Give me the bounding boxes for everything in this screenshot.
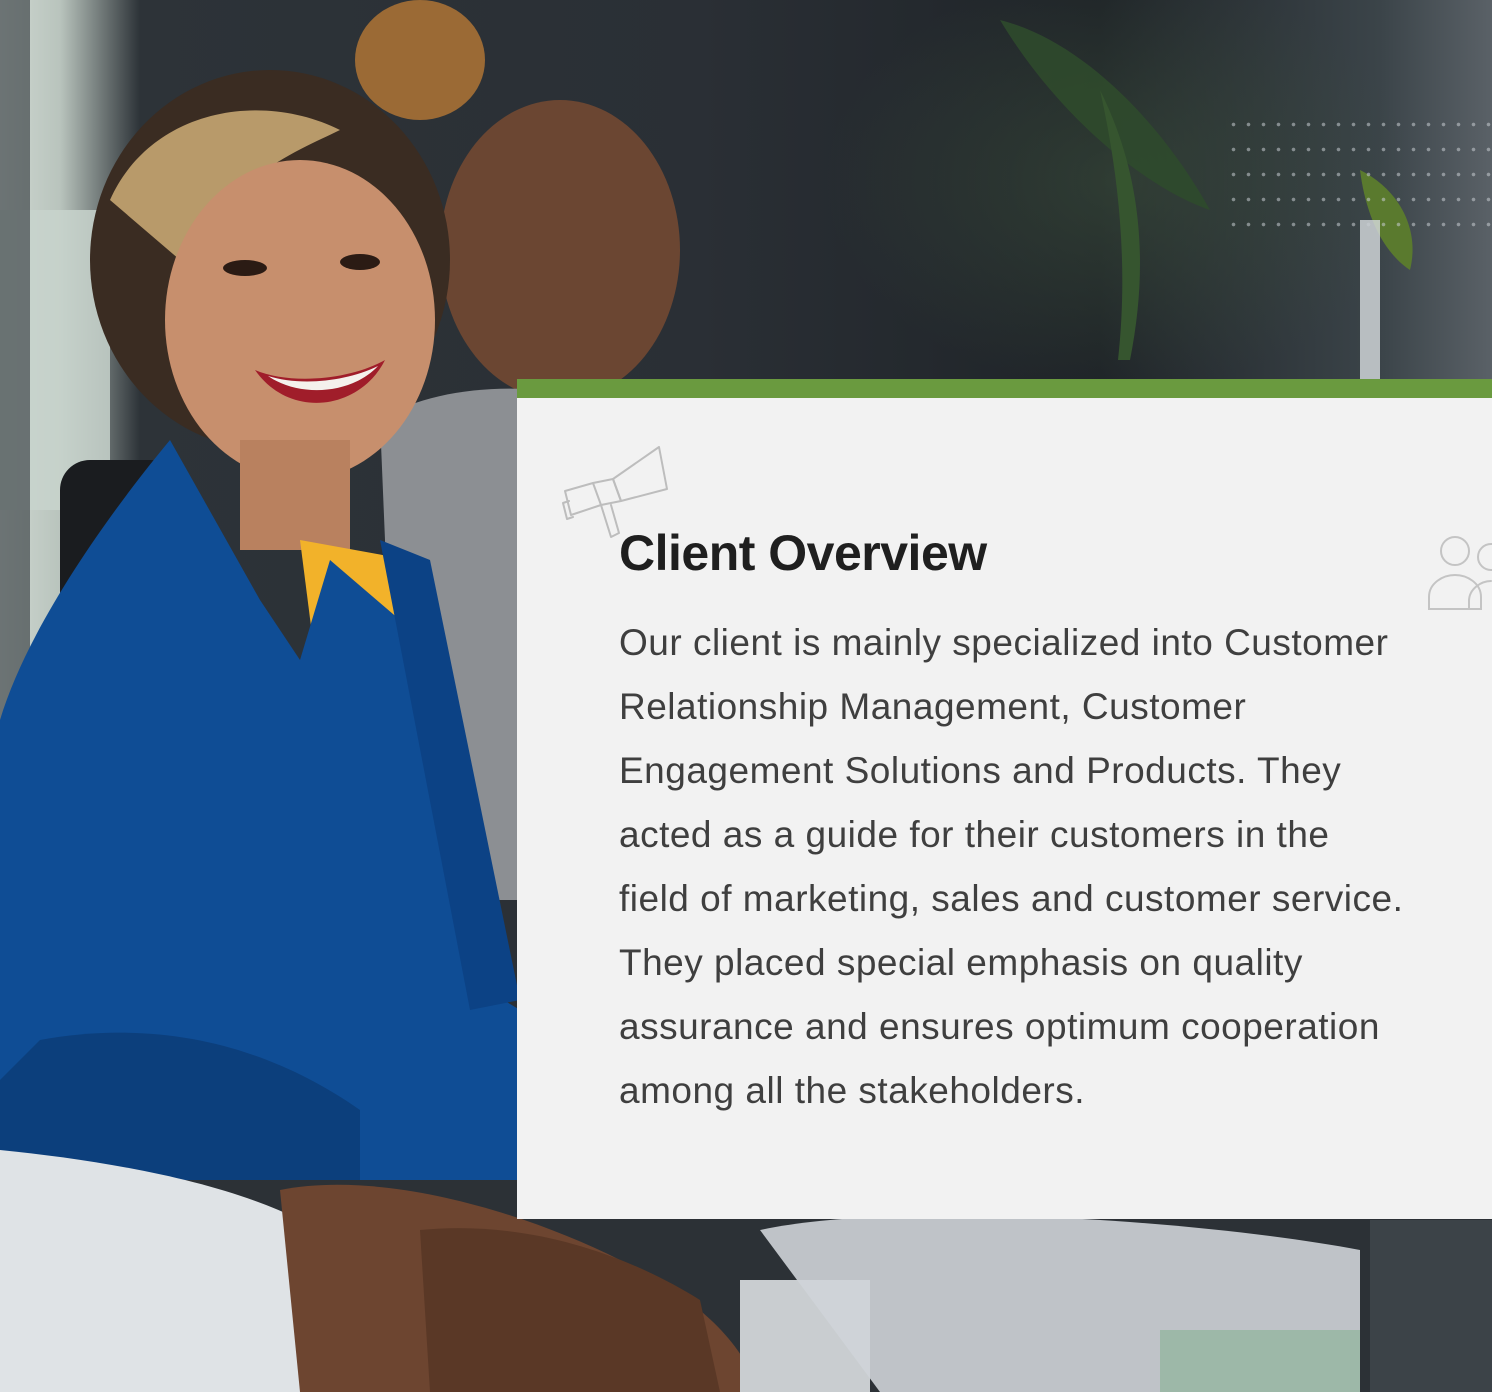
- card-body-line: They placed special emphasis on quality: [619, 942, 1303, 983]
- card-body-line: field of marketing, sales and customer s…: [619, 878, 1404, 919]
- card-title: Client Overview: [619, 525, 987, 581]
- card-accent-bar: [517, 379, 1492, 398]
- card-body-line: acted as a guide for their customers in …: [619, 814, 1330, 855]
- card-body-line: Our client is mainly specialized into Cu…: [619, 622, 1389, 663]
- card-body-line: Relationship Management, Customer: [619, 686, 1247, 727]
- client-overview-card: Client Overview Our client is mainly spe…: [517, 379, 1492, 1219]
- people-icon: [1428, 536, 1492, 610]
- card-body-line: assurance and ensures optimum cooperatio…: [619, 1006, 1380, 1047]
- dot-grid-decoration: [1226, 112, 1492, 242]
- card-body-text: Our client is mainly specialized into Cu…: [619, 611, 1479, 1123]
- card-body-line: among all the stakeholders.: [619, 1070, 1085, 1111]
- card-body-line: Engagement Solutions and Products. They: [619, 750, 1342, 791]
